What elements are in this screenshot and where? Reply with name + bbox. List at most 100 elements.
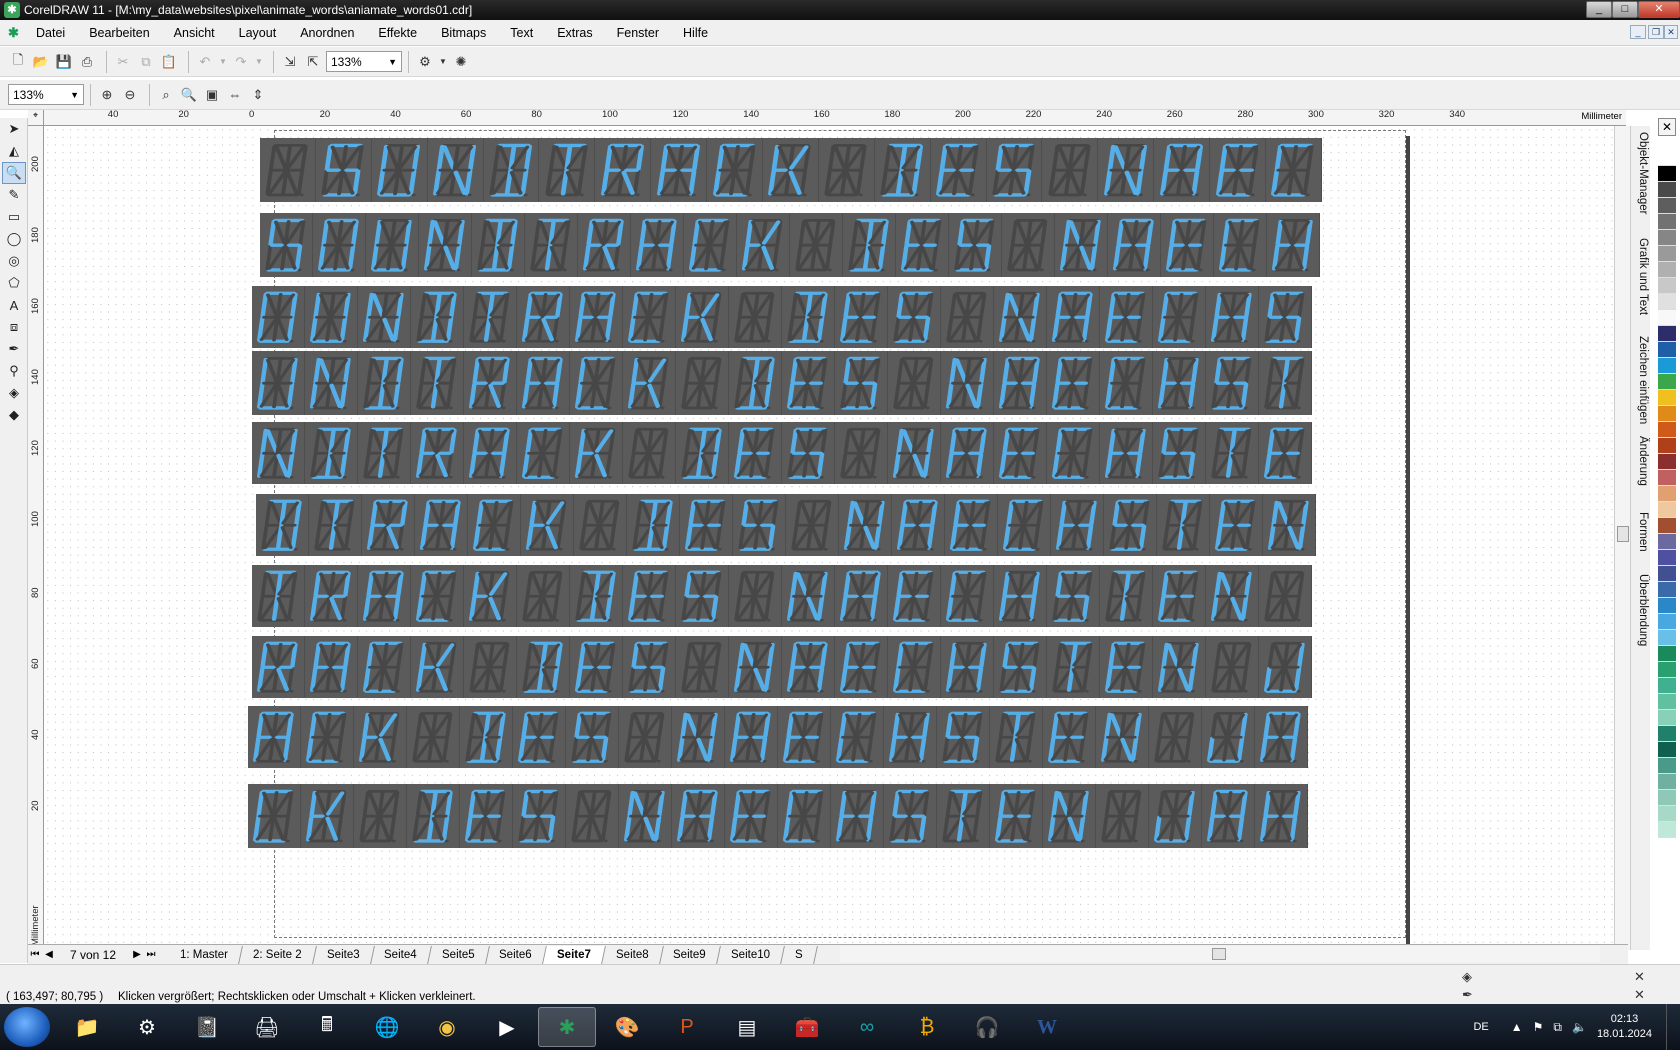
display-cell[interactable] — [941, 422, 994, 484]
display-cell[interactable] — [1157, 494, 1210, 556]
display-row[interactable] — [252, 565, 1312, 627]
color-swatch[interactable] — [1658, 710, 1676, 726]
display-cell[interactable] — [309, 494, 362, 556]
redo-dropdown-icon[interactable]: ▼ — [254, 52, 264, 72]
horizontal-ruler[interactable]: Millimeter 40 20 0 20 40 60 80 100 120 140 160 180 2… — [44, 109, 1626, 126]
color-swatch[interactable] — [1658, 758, 1676, 774]
display-cell[interactable] — [252, 565, 305, 627]
display-cell[interactable] — [1153, 636, 1206, 698]
page-tab[interactable]: Seite5 — [427, 945, 490, 964]
display-cell[interactable] — [843, 213, 896, 277]
eyedropper-tool-icon[interactable]: ✒ — [2, 338, 26, 360]
corel-online-icon[interactable]: ✺ — [451, 52, 471, 72]
display-cell[interactable] — [623, 565, 676, 627]
color-swatch[interactable] — [1658, 150, 1676, 166]
display-cell[interactable] — [1255, 784, 1308, 848]
color-swatch[interactable] — [1658, 694, 1676, 710]
copy-icon[interactable]: ⧉ — [136, 52, 156, 72]
display-cell[interactable] — [729, 636, 782, 698]
maximize-button[interactable]: □ — [1612, 1, 1638, 18]
display-cell[interactable] — [994, 351, 1047, 415]
display-cell[interactable] — [411, 565, 464, 627]
display-cell[interactable] — [407, 706, 460, 768]
color-swatch[interactable] — [1658, 790, 1676, 806]
save-icon[interactable]: 💾 — [54, 52, 74, 72]
display-cell[interactable] — [623, 636, 676, 698]
display-cell[interactable] — [931, 138, 987, 202]
display-cell[interactable] — [1047, 422, 1100, 484]
display-cell[interactable] — [407, 784, 460, 848]
display-cell[interactable] — [1002, 213, 1055, 277]
volume-icon[interactable]: 🔈 — [1572, 1020, 1587, 1034]
display-cell[interactable] — [464, 286, 517, 348]
display-cell[interactable] — [782, 565, 835, 627]
doc-minimize-button[interactable]: _ — [1630, 25, 1646, 39]
display-cell[interactable] — [737, 213, 790, 277]
display-cell[interactable] — [941, 636, 994, 698]
display-row[interactable] — [252, 636, 1312, 698]
menu-ansicht[interactable]: Ansicht — [174, 24, 215, 42]
display-cell[interactable] — [354, 784, 407, 848]
drawing-canvas[interactable] — [44, 126, 1614, 950]
display-cell[interactable] — [252, 422, 305, 484]
network-icon[interactable]: ⧉ — [1553, 1020, 1562, 1035]
display-cell[interactable] — [831, 706, 884, 768]
display-cell[interactable] — [729, 351, 782, 415]
docker-tab-objekt-manager[interactable]: Objekt-Manager — [1633, 132, 1649, 214]
color-swatch[interactable] — [1658, 358, 1676, 374]
display-row[interactable] — [248, 784, 1308, 848]
display-cell[interactable] — [411, 636, 464, 698]
display-cell[interactable] — [1263, 494, 1316, 556]
color-swatch[interactable] — [1658, 198, 1676, 214]
color-swatch[interactable] — [1658, 742, 1676, 758]
display-cell[interactable] — [949, 213, 1002, 277]
display-cell[interactable] — [525, 213, 578, 277]
color-swatch[interactable] — [1658, 342, 1676, 358]
color-swatch[interactable] — [1658, 470, 1676, 486]
display-cell[interactable] — [305, 286, 358, 348]
display-cell[interactable] — [1259, 351, 1312, 415]
import-icon[interactable]: ⇲ — [280, 52, 300, 72]
print-icon[interactable]: ⎙ — [77, 52, 97, 72]
undo-dropdown-icon[interactable]: ▼ — [218, 52, 228, 72]
menu-bitmaps[interactable]: Bitmaps — [441, 24, 486, 42]
color-swatch[interactable] — [1658, 726, 1676, 742]
color-swatch[interactable] — [1658, 214, 1676, 230]
display-cell[interactable] — [366, 213, 419, 277]
page-tab[interactable]: Seite6 — [485, 945, 547, 964]
display-cell[interactable] — [1259, 636, 1312, 698]
display-cell[interactable] — [570, 351, 623, 415]
scanner-icon[interactable]: 🖨 — [238, 1007, 296, 1047]
calculator-icon[interactable]: 🖩 — [298, 1007, 356, 1047]
display-cell[interactable] — [831, 784, 884, 848]
display-cell[interactable] — [888, 351, 941, 415]
display-cell[interactable] — [570, 636, 623, 698]
display-cell[interactable] — [835, 351, 888, 415]
color-swatch[interactable] — [1658, 822, 1676, 838]
show-desktop-button[interactable] — [1666, 1004, 1680, 1050]
display-cell[interactable] — [619, 784, 672, 848]
display-cell[interactable] — [305, 565, 358, 627]
display-cell[interactable] — [1206, 422, 1259, 484]
page-tab[interactable]: Seite8 — [601, 945, 664, 964]
display-cell[interactable] — [623, 422, 676, 484]
display-cell[interactable] — [1047, 351, 1100, 415]
display-cell[interactable] — [782, 286, 835, 348]
display-cell[interactable] — [1100, 422, 1153, 484]
display-cell[interactable] — [517, 286, 570, 348]
ellipse-tool-icon[interactable]: ◯ — [2, 228, 26, 250]
display-cell[interactable] — [513, 784, 566, 848]
display-cell[interactable] — [672, 706, 725, 768]
color-swatch[interactable] — [1658, 262, 1676, 278]
display-cell[interactable] — [252, 286, 305, 348]
display-cell[interactable] — [676, 286, 729, 348]
display-cell[interactable] — [1149, 784, 1202, 848]
display-cell[interactable] — [362, 494, 415, 556]
zoom-selected-icon[interactable]: ⌕ — [156, 85, 176, 105]
display-cell[interactable] — [513, 706, 566, 768]
display-cell[interactable] — [729, 422, 782, 484]
color-swatch[interactable] — [1658, 278, 1676, 294]
display-cell[interactable] — [994, 286, 1047, 348]
display-cell[interactable] — [1096, 706, 1149, 768]
ruler-origin[interactable]: ⌖ — [28, 110, 44, 126]
